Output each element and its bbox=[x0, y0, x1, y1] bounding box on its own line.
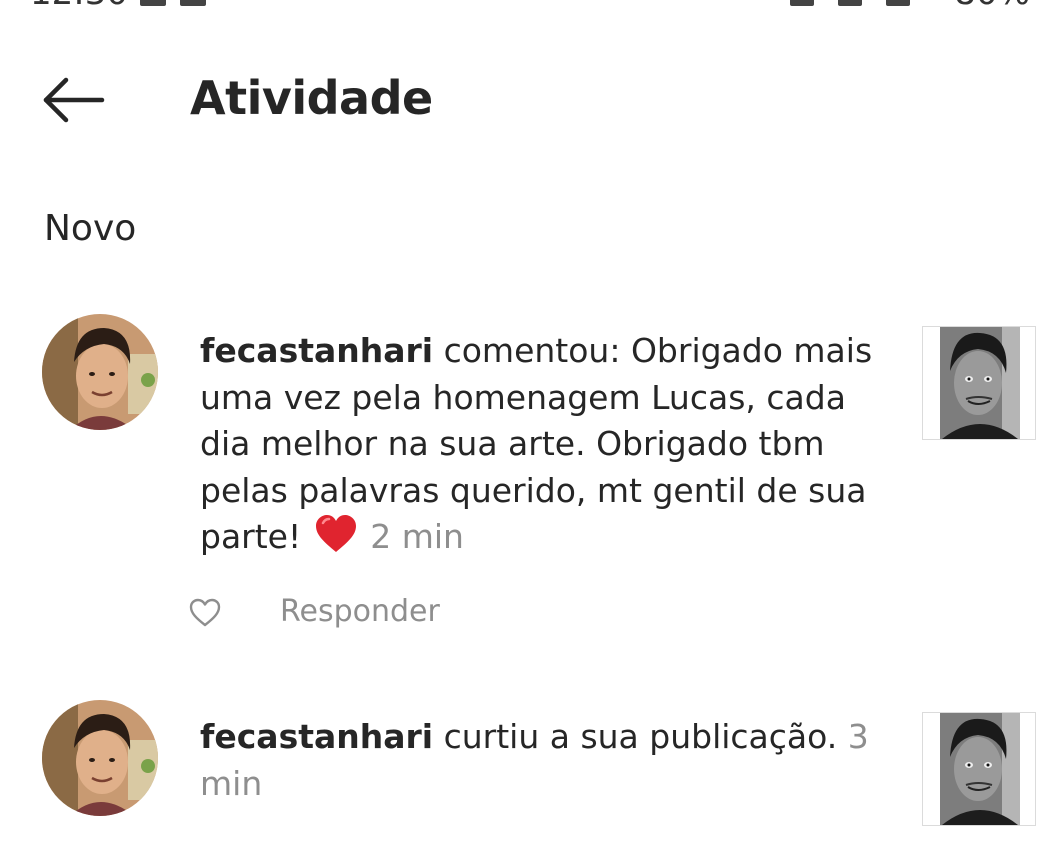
back-button[interactable] bbox=[38, 72, 108, 128]
avatar-photo bbox=[42, 700, 158, 816]
avatar-photo bbox=[42, 314, 158, 430]
notification-text: fecastanhari curtiu a sua publicação. 3 … bbox=[200, 714, 880, 807]
signal-icon bbox=[886, 0, 910, 6]
activity-screen: 12:30 80% Atividade Novo bbox=[0, 0, 1060, 858]
battery-level: 80% bbox=[954, 0, 1030, 10]
post-image bbox=[940, 327, 1020, 439]
notification-text: fecastanhari comentou: Obrigado mais uma… bbox=[200, 328, 880, 561]
timestamp: 2 min bbox=[370, 517, 464, 556]
red-heart-icon bbox=[315, 515, 356, 552]
username-link[interactable]: fecastanhari bbox=[200, 331, 433, 370]
reply-button[interactable]: Responder bbox=[280, 592, 440, 632]
post-thumbnail[interactable] bbox=[922, 326, 1036, 440]
alarm-icon bbox=[790, 0, 814, 6]
avatar[interactable] bbox=[42, 314, 158, 430]
avatar[interactable] bbox=[42, 700, 158, 816]
arrow-left-icon bbox=[43, 77, 105, 123]
post-thumbnail[interactable] bbox=[922, 712, 1036, 826]
like-text: curtiu a sua publicação. bbox=[433, 717, 848, 756]
gallery-icon bbox=[180, 0, 206, 6]
post-image bbox=[940, 713, 1020, 825]
heart-outline-icon[interactable] bbox=[188, 596, 222, 630]
mute-icon bbox=[838, 0, 862, 6]
system-icons bbox=[766, 0, 910, 10]
status-bar: 12:30 80% bbox=[0, 0, 1060, 10]
message-icon bbox=[140, 0, 166, 6]
status-time: 12:30 bbox=[30, 0, 128, 10]
username-link[interactable]: fecastanhari bbox=[200, 717, 433, 756]
notification-icons bbox=[140, 0, 220, 10]
page-title: Atividade bbox=[190, 71, 433, 125]
section-title-new: Novo bbox=[44, 208, 137, 249]
